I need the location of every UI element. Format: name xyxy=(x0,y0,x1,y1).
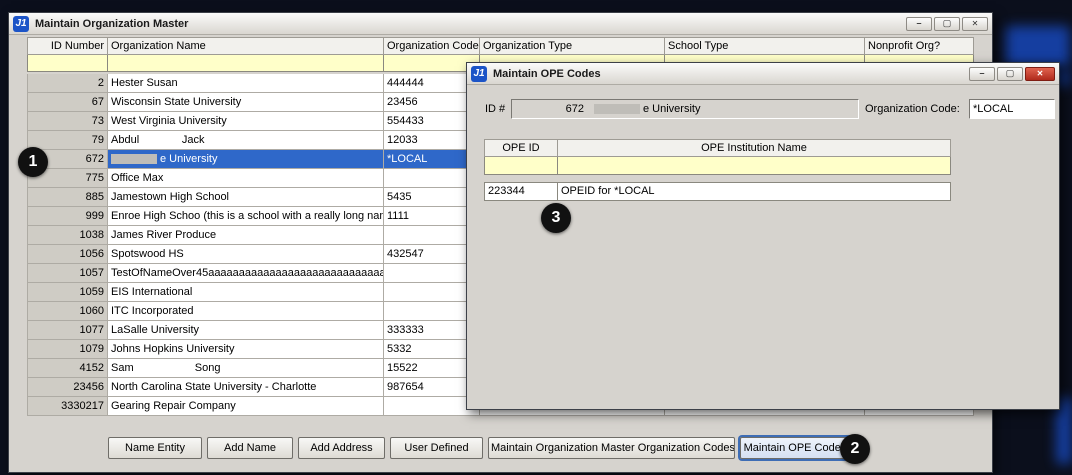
id-number-cell: 73 xyxy=(27,112,108,131)
id-number-cell: 999 xyxy=(27,207,108,226)
header-organization-code[interactable]: Organization Code xyxy=(384,37,480,55)
id-number-cell: 1057 xyxy=(27,264,108,283)
header-organization-type[interactable]: Organization Type xyxy=(480,37,665,55)
id-label: ID # xyxy=(485,103,505,115)
organization-name-cell: Abdul Jack xyxy=(108,131,384,150)
maintain-ope-codes-button[interactable]: Maintain OPE Codes xyxy=(740,437,850,459)
id-number-cell: 885 xyxy=(27,188,108,207)
name-entity-button[interactable]: Name Entity xyxy=(108,437,202,459)
redaction-box xyxy=(594,104,640,114)
close-icon xyxy=(972,18,979,29)
id-number-cell: 4152 xyxy=(27,359,108,378)
main-window-title: Maintain Organization Master xyxy=(35,18,188,30)
ope-institution-name-cell: OPEID for *LOCAL xyxy=(558,182,951,201)
id-number-cell: 3330217 xyxy=(27,397,108,416)
j1-logo-icon: J1 xyxy=(471,66,487,82)
dialog-close-button[interactable] xyxy=(1025,67,1055,81)
callout-3: 3 xyxy=(541,203,571,233)
id-number-cell: 1077 xyxy=(27,321,108,340)
dialog-minimize-button[interactable] xyxy=(969,67,995,81)
id-number-cell: 23456 xyxy=(27,378,108,397)
header-id-number[interactable]: ID Number xyxy=(27,37,108,55)
main-window-titlebar[interactable]: J1 Maintain Organization Master xyxy=(9,13,992,35)
id-number-cell: 67 xyxy=(27,93,108,112)
organization-name-cell: Sam Song xyxy=(108,359,384,378)
filter-id-number[interactable] xyxy=(27,55,108,72)
redaction-box xyxy=(111,154,157,164)
id-number-cell: 1060 xyxy=(27,302,108,321)
callout-2: 2 xyxy=(840,434,870,464)
minimize-icon xyxy=(979,68,984,79)
id-number-cell: 1038 xyxy=(27,226,108,245)
maximize-icon xyxy=(943,18,952,29)
dialog-title: Maintain OPE Codes xyxy=(493,68,601,80)
organization-name-cell: James River Produce xyxy=(108,226,384,245)
desktop-background-glow xyxy=(1006,26,1070,66)
close-icon xyxy=(1037,68,1044,79)
header-nonprofit-org[interactable]: Nonprofit Org? xyxy=(865,37,974,55)
organization-name-cell: Spotswood HS xyxy=(108,245,384,264)
organization-name-cell: North Carolina State University - Charlo… xyxy=(108,378,384,397)
organization-code-label: Organization Code: xyxy=(865,103,960,115)
organization-name-cell: Wisconsin State University xyxy=(108,93,384,112)
id-number-cell: 1056 xyxy=(27,245,108,264)
close-button[interactable] xyxy=(962,17,988,31)
filter-ope-id[interactable] xyxy=(484,157,558,175)
main-window-controls xyxy=(906,17,988,31)
organization-name-cell: Jamestown High School xyxy=(108,188,384,207)
header-school-type[interactable]: School Type xyxy=(665,37,865,55)
organization-name-cell: West Virginia University xyxy=(108,112,384,131)
organization-name-cell: ITC Incorporated xyxy=(108,302,384,321)
organization-name-cell: LaSalle University xyxy=(108,321,384,340)
user-defined-button[interactable]: User Defined xyxy=(390,437,483,459)
filter-organization-name[interactable] xyxy=(108,55,384,72)
organization-name-cell: TestOfNameOver45aaaaaaaaaaaaaaaaaaaaaaaa… xyxy=(108,264,384,283)
organization-name-cell: Gearing Repair Company xyxy=(108,397,384,416)
ope-grid-header-row: OPE ID OPE Institution Name xyxy=(484,139,951,157)
table-row[interactable]: 223344 OPEID for *LOCAL xyxy=(484,182,951,201)
header-ope-id[interactable]: OPE ID xyxy=(484,139,558,157)
id-number-cell: 1059 xyxy=(27,283,108,302)
ope-grid-filter-row xyxy=(484,157,951,175)
org-grid-header-row: ID Number Organization Name Organization… xyxy=(27,37,974,55)
org-name-value: e University xyxy=(643,103,700,115)
header-ope-institution-name[interactable]: OPE Institution Name xyxy=(558,139,951,157)
id-number-cell: 1079 xyxy=(27,340,108,359)
maintain-org-master-org-codes-button[interactable]: Maintain Organization Master Organizatio… xyxy=(488,437,735,459)
callout-1: 1 xyxy=(18,147,48,177)
id-number-cell: 79 xyxy=(27,131,108,150)
minimize-button[interactable] xyxy=(906,17,932,31)
maximize-icon xyxy=(1006,68,1015,79)
dialog-titlebar[interactable]: J1 Maintain OPE Codes xyxy=(467,63,1059,85)
maintain-ope-codes-dialog: J1 Maintain OPE Codes ID # 672 e Univers… xyxy=(466,62,1060,410)
organization-code-field[interactable]: *LOCAL xyxy=(969,99,1055,119)
organization-name-cell: Hester Susan xyxy=(108,74,384,93)
organization-name-cell: EIS International xyxy=(108,283,384,302)
maximize-button[interactable] xyxy=(934,17,960,31)
j1-logo-icon: J1 xyxy=(13,16,29,32)
add-name-button[interactable]: Add Name xyxy=(207,437,293,459)
header-organization-name[interactable]: Organization Name xyxy=(108,37,384,55)
id-number-cell: 2 xyxy=(27,74,108,93)
org-id-value: 672 xyxy=(512,103,584,115)
org-id-field: 672 e University xyxy=(511,99,859,119)
ope-id-cell: 223344 xyxy=(484,182,558,201)
dialog-maximize-button[interactable] xyxy=(997,67,1023,81)
organization-name-cell: Johns Hopkins University xyxy=(108,340,384,359)
dialog-window-controls xyxy=(969,67,1055,81)
add-address-button[interactable]: Add Address xyxy=(298,437,385,459)
filter-ope-institution-name[interactable] xyxy=(558,157,951,175)
organization-name-cell: Enroe High Schoo (this is a school with … xyxy=(108,207,384,226)
minimize-icon xyxy=(916,18,921,29)
organization-name-cell: e University xyxy=(108,150,384,169)
organization-name-cell: Office Max xyxy=(108,169,384,188)
